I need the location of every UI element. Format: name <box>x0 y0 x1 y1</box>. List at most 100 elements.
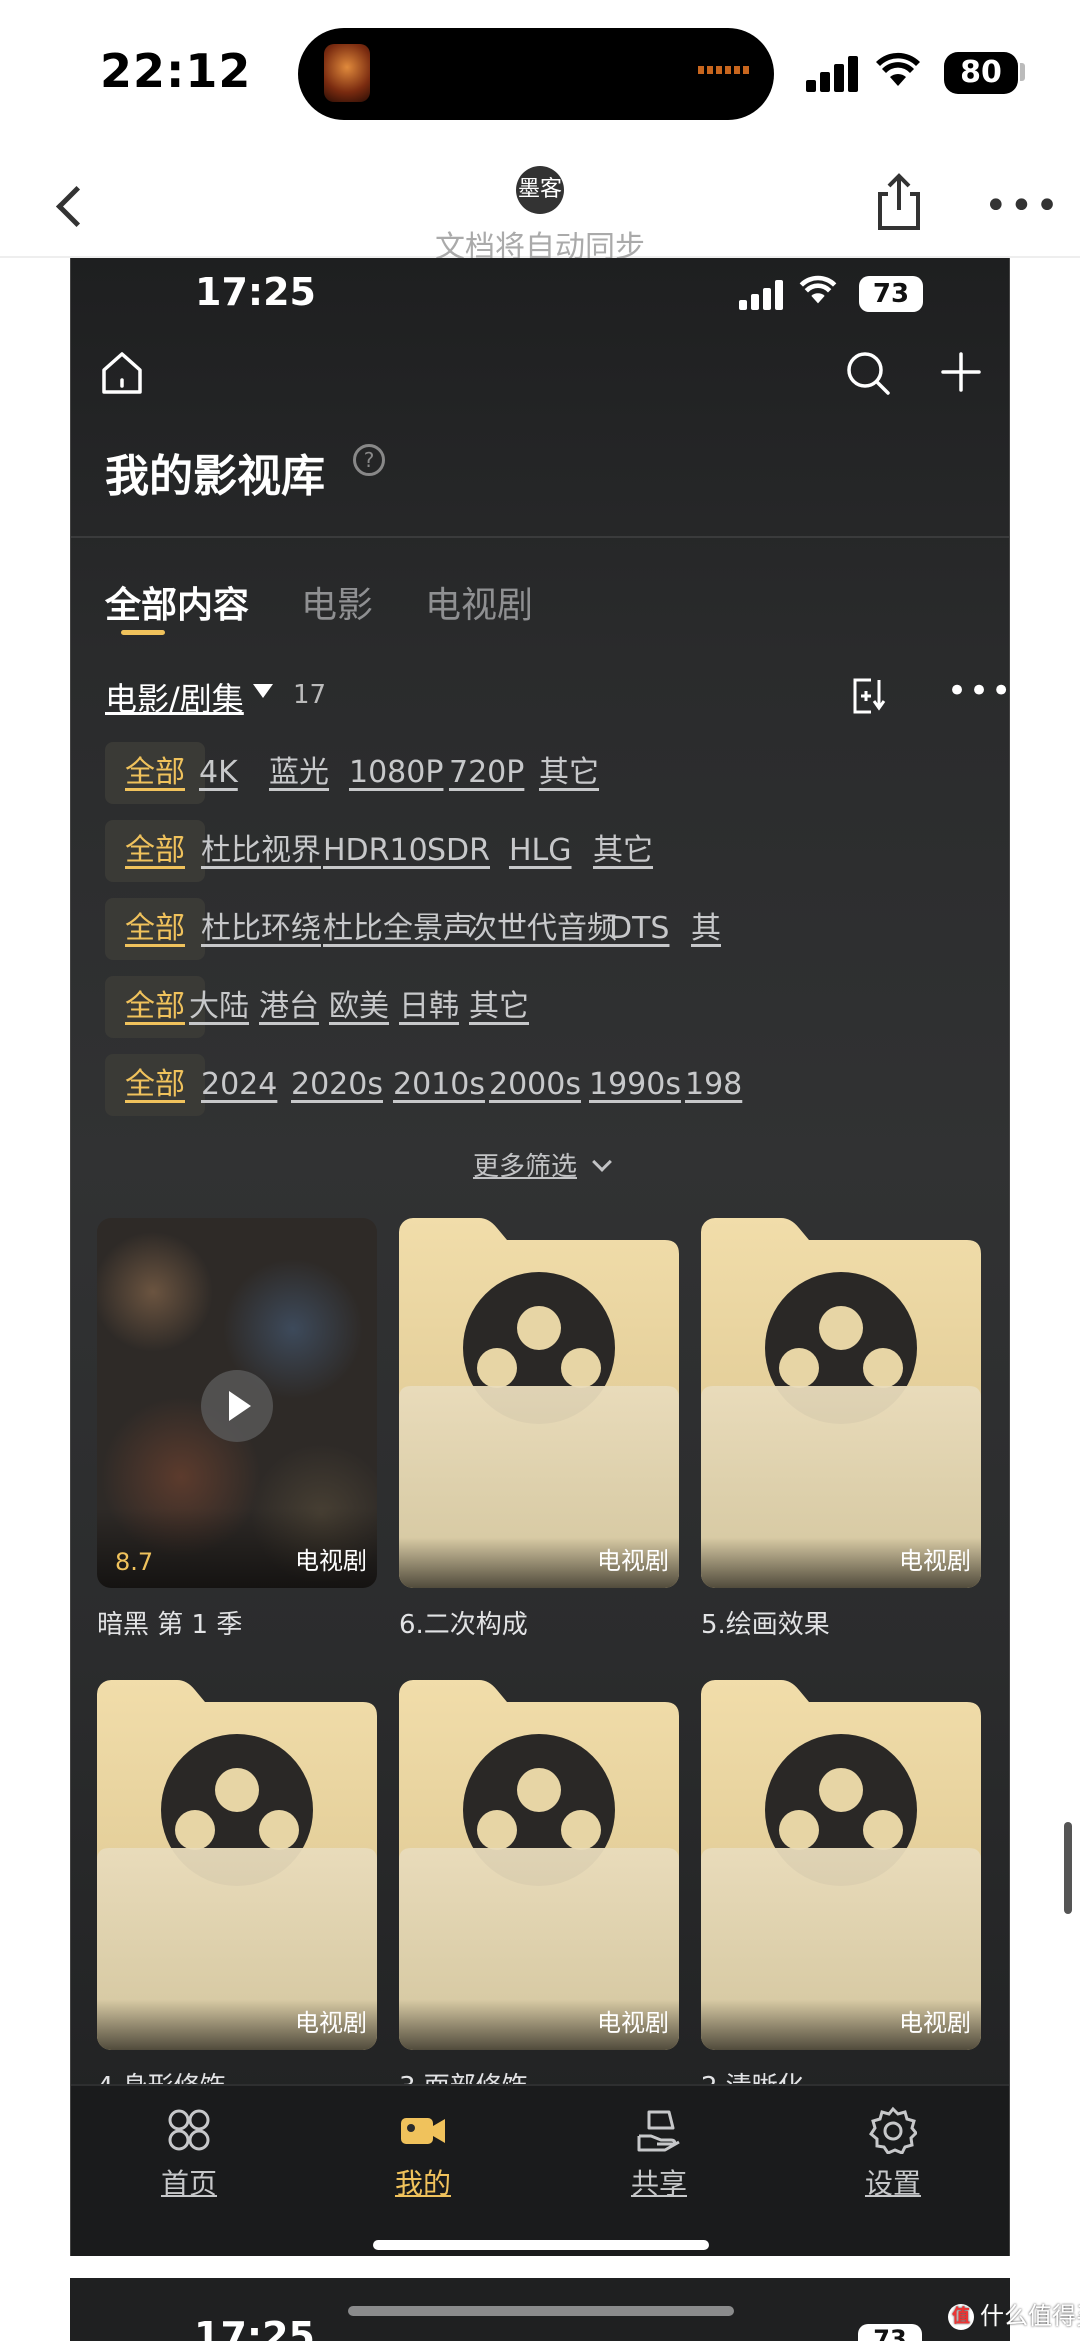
filter-chip[interactable]: 198 <box>685 1054 742 1116</box>
video-camera-icon <box>399 2106 447 2154</box>
tab-tv-series[interactable]: 电视剧 <box>425 576 533 628</box>
filter-chip[interactable]: 杜比视界 <box>201 820 321 882</box>
next-screenshot-clock: 17:25 <box>194 2314 315 2341</box>
battery-tip <box>1020 63 1025 81</box>
nav-share[interactable]: 共享 <box>599 2106 719 2202</box>
filter-chip[interactable]: 港台 <box>259 976 319 1038</box>
share-icon[interactable] <box>872 172 926 232</box>
watermark-text: 什么值得买 <box>980 2302 1080 2330</box>
library-more-icon[interactable]: ••• <box>947 674 1009 708</box>
watermark: 值什么值得买 <box>948 2296 1080 2331</box>
filter-chip[interactable]: 全部 <box>105 1054 205 1116</box>
watermark-logo-icon: 值 <box>948 2304 974 2330</box>
type-tag: 电视剧 <box>899 1547 971 1575</box>
filter-chip[interactable]: DTS <box>609 898 669 960</box>
filter-chip[interactable]: 4K <box>199 742 238 804</box>
filter-chip[interactable]: 720P <box>449 742 524 804</box>
active-tab-indicator <box>121 630 165 635</box>
media-card[interactable]: 电视剧 6.二次构成 <box>399 1218 679 1641</box>
chevron-down-icon <box>592 1152 612 1172</box>
filter-chip[interactable]: 蓝光 <box>269 742 329 804</box>
nav-label: 首页 <box>160 2167 217 2200</box>
filter-chip[interactable]: 2020s <box>291 1054 383 1116</box>
filter-chip[interactable]: 1080P <box>349 742 443 804</box>
grabber-bar[interactable] <box>348 2306 734 2316</box>
sort-icon[interactable] <box>851 676 887 716</box>
outer-status-bar: 22:12 80 <box>0 0 1080 150</box>
document-nav-bar: 墨客 文档将自动同步 ••• <box>0 150 1080 265</box>
filter-chip[interactable]: 次世代音频 <box>467 898 617 960</box>
battery-indicator: 80 <box>944 52 1018 94</box>
media-card[interactable]: 电视剧 3.面部修饰 <box>399 1680 679 2103</box>
media-card[interactable]: 电视剧 5.绘画效果 <box>701 1218 981 1641</box>
card-title: 暗黑 第 1 季 <box>97 1610 243 1640</box>
audio-waveform-icon <box>698 66 752 74</box>
media-card[interactable]: 电视剧 4.身形修饰 <box>97 1680 377 2103</box>
filter-chip[interactable]: HDR10 <box>323 820 428 882</box>
filter-chip[interactable]: SDR <box>427 820 490 882</box>
next-screenshot-preview: 17:25 73 <box>70 2278 1010 2341</box>
inner-battery-indicator: 73 <box>859 276 923 312</box>
filter-chip[interactable]: 杜比环绕 <box>201 898 321 960</box>
help-icon[interactable]: ? <box>353 444 385 476</box>
search-icon[interactable] <box>845 350 891 396</box>
home-icon[interactable] <box>99 350 145 396</box>
gear-icon <box>869 2106 919 2155</box>
type-tag: 电视剧 <box>597 1547 669 1575</box>
clover-icon <box>165 2106 213 2154</box>
outer-clock: 22:12 <box>100 44 252 98</box>
nav-home[interactable]: 首页 <box>129 2106 249 2202</box>
filter-chip[interactable]: 杜比全景声 <box>323 898 473 960</box>
inner-wifi-icon <box>799 274 837 314</box>
nav-settings[interactable]: 设置 <box>833 2106 953 2202</box>
filter-chip[interactable]: HLG <box>509 820 572 882</box>
filter-chip[interactable]: 2010s <box>393 1054 485 1116</box>
more-filters-label: 更多筛选 <box>472 1152 577 1182</box>
caret-down-icon[interactable] <box>253 684 273 698</box>
card-title: 5.绘画效果 <box>701 1610 830 1640</box>
filter-chip[interactable]: 大陆 <box>189 976 249 1038</box>
film-folder-icon: 电视剧 <box>399 1218 679 1588</box>
media-card[interactable]: 电视剧 2.清晰化 <box>701 1680 981 2103</box>
bottom-tab-bar: 首页 我的 共享 设置 <box>71 2084 1009 2256</box>
filter-chip[interactable]: 其它 <box>469 976 529 1038</box>
wifi-icon <box>876 52 920 98</box>
home-indicator[interactable] <box>373 2240 709 2250</box>
film-folder-icon: 电视剧 <box>701 1680 981 2050</box>
media-library-screen: 17:25 73 我的影视库 ? 全部内容 电影 电视剧 电影/剧集 17 ••… <box>70 258 1010 2256</box>
header-divider <box>71 536 1009 538</box>
filter-chip[interactable]: 2024 <box>201 1054 277 1116</box>
tab-all-content[interactable]: 全部内容 <box>105 576 249 628</box>
play-icon[interactable] <box>201 1370 273 1442</box>
filter-chip[interactable]: 全部 <box>105 898 205 960</box>
more-options-icon[interactable]: ••• <box>984 186 1061 226</box>
now-playing-thumbnail[interactable] <box>324 44 370 102</box>
rating-badge: 8.7 <box>115 1548 154 1576</box>
inner-cellular-signal-icon <box>739 280 789 310</box>
type-tag: 电视剧 <box>597 2009 669 2037</box>
filter-chip[interactable]: 全部 <box>105 742 205 804</box>
page-scrollbar[interactable] <box>1064 1822 1072 1914</box>
tab-movies[interactable]: 电影 <box>301 576 373 628</box>
more-filters-button[interactable]: 更多筛选 <box>71 1146 1009 1183</box>
inner-clock: 17:25 <box>195 270 316 314</box>
filter-chip[interactable]: 2000s <box>489 1054 581 1116</box>
document-avatar[interactable]: 墨客 <box>516 166 564 214</box>
media-card[interactable]: 8.7 电视剧 暗黑 第 1 季 <box>97 1218 377 1641</box>
filter-chip[interactable]: 其它 <box>539 742 599 804</box>
filter-chip[interactable]: 全部 <box>105 820 205 882</box>
filter-chip[interactable]: 1990s <box>589 1054 681 1116</box>
filter-chip[interactable]: 日韩 <box>399 976 459 1038</box>
filter-chip[interactable]: 其 <box>691 898 721 960</box>
add-icon[interactable] <box>939 350 983 394</box>
share-hand-icon <box>635 2106 683 2154</box>
filter-chip[interactable]: 其它 <box>593 820 653 882</box>
filter-chip[interactable]: 欧美 <box>329 976 389 1038</box>
cellular-signal-icon <box>806 56 862 92</box>
nav-label: 我的 <box>394 2167 451 2200</box>
item-count: 17 <box>293 680 327 710</box>
nav-mine[interactable]: 我的 <box>363 2106 483 2202</box>
media-type-dropdown[interactable]: 电影/剧集 <box>105 674 244 720</box>
library-title: 我的影视库 <box>105 451 325 502</box>
film-folder-icon: 电视剧 <box>399 1680 679 2050</box>
